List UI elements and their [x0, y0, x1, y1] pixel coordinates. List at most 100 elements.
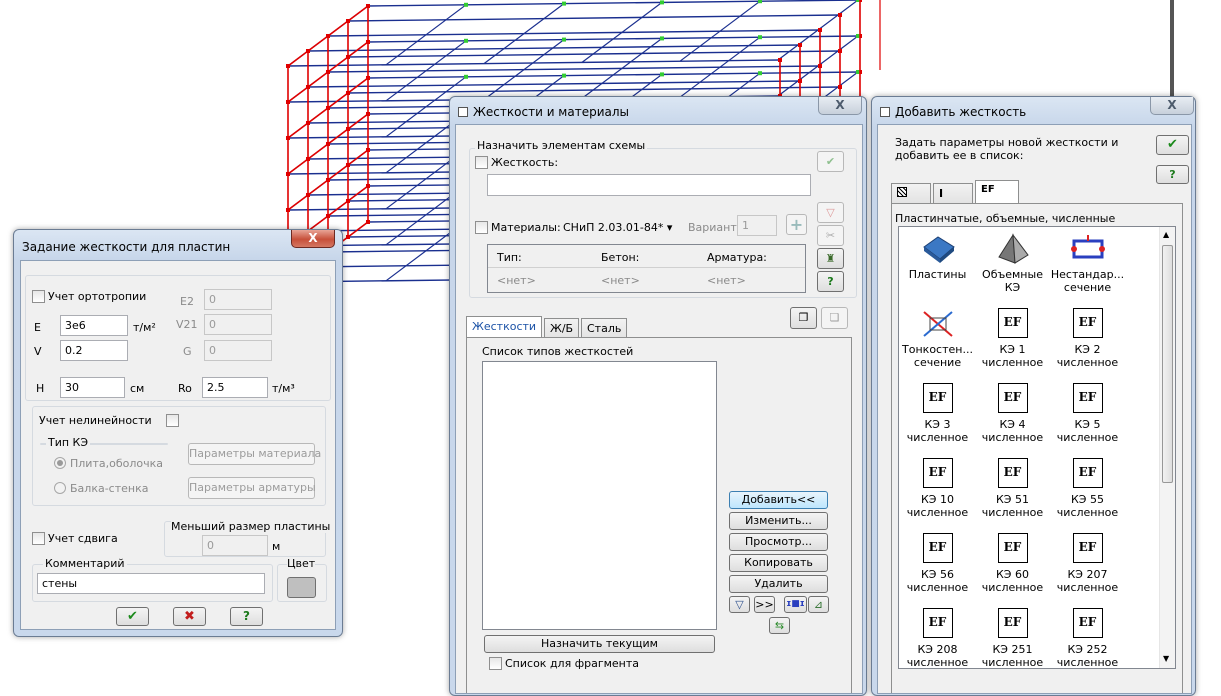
- copy-button[interactable]: Копировать: [729, 554, 828, 572]
- stiffness-checkbox-label: Жесткость:: [491, 156, 559, 169]
- tab-rc[interactable]: Ж/Б: [544, 318, 580, 338]
- stiffness-type-item[interactable]: EF КЭ 4 численное: [975, 380, 1050, 444]
- item-label: КЭ 4: [999, 418, 1026, 431]
- stiffness-list[interactable]: [482, 361, 717, 630]
- tab-numeric-label: EF: [981, 184, 995, 195]
- stiffness-type-item[interactable]: EF КЭ 60 численное: [975, 530, 1050, 594]
- next-button[interactable]: >>: [754, 596, 775, 613]
- help-button[interactable]: ?: [230, 607, 263, 626]
- edit-button[interactable]: Изменить...: [729, 512, 828, 530]
- v21-label: V21: [176, 318, 198, 331]
- category-label: Пластинчатые, объемные, численные: [895, 212, 1116, 225]
- apply-check-button[interactable]: ✔: [817, 151, 844, 172]
- stiffness-type-item[interactable]: EF КЭ 207 численное: [1050, 530, 1125, 594]
- ef-numeric-icon: EF: [997, 308, 1028, 338]
- fragment-label: Список для фрагмента: [505, 657, 640, 670]
- materials-table: Тип: Бетон: Арматура: <нет> <нет> <нет>: [487, 244, 806, 293]
- ef-numeric-icon: EF: [1072, 383, 1103, 413]
- refresh-icon[interactable]: ⇆: [769, 617, 790, 634]
- e-field[interactable]: 3e6: [60, 315, 128, 336]
- item-label: Пластины: [908, 268, 967, 281]
- tab-stiffness[interactable]: Жесткости: [466, 316, 543, 338]
- assign-current-button[interactable]: Назначить текущим: [484, 635, 715, 653]
- h-field[interactable]: 30: [60, 377, 125, 398]
- paste-list-icon[interactable]: ❏: [821, 307, 848, 329]
- ef-numeric-icon: EF: [997, 533, 1028, 563]
- fragment-checkbox[interactable]: [489, 657, 502, 670]
- stiffness-field[interactable]: [487, 174, 811, 196]
- min-size-field[interactable]: 0: [202, 535, 268, 556]
- tab-numeric[interactable]: EF: [975, 180, 1019, 204]
- e2-field[interactable]: 0: [204, 289, 272, 310]
- rebar-params-button[interactable]: Параметры арматуры: [188, 477, 316, 499]
- stiffness-type-item[interactable]: Пластины: [900, 230, 975, 281]
- stiffness-type-item[interactable]: EF КЭ 3 численное: [900, 380, 975, 444]
- ok-button[interactable]: ✔: [1156, 135, 1189, 155]
- shear-checkbox[interactable]: [32, 532, 45, 545]
- delete-button[interactable]: Удалить: [729, 575, 828, 593]
- filter-select-icon[interactable]: ▽: [729, 596, 750, 613]
- stiffness-type-item[interactable]: Объемные КЭ: [975, 230, 1050, 294]
- cell-concrete: <нет>: [601, 274, 640, 287]
- tab-cross-section[interactable]: [891, 183, 931, 203]
- orthotropy-checkbox[interactable]: [32, 290, 45, 303]
- scroll-down-icon[interactable]: ▼: [1163, 654, 1169, 663]
- wall-beam-radio[interactable]: [54, 482, 66, 494]
- g-field[interactable]: 0: [204, 340, 272, 361]
- help-button[interactable]: ?: [1156, 165, 1189, 184]
- variant-field[interactable]: 1: [737, 215, 777, 236]
- tab-steel[interactable]: Сталь: [581, 318, 628, 338]
- add-material-button[interactable]: +: [786, 214, 807, 235]
- brush-icon[interactable]: ♜: [817, 248, 844, 269]
- dialog-body: Назначить элементам схемы Жесткость: ✔ М…: [455, 124, 863, 694]
- close-button[interactable]: X: [1150, 97, 1194, 115]
- scrollbar[interactable]: ▲ ▼: [1159, 227, 1175, 668]
- material-params-button[interactable]: Параметры материала: [188, 443, 321, 465]
- stiffness-type-item[interactable]: EF КЭ 1 численное: [975, 305, 1050, 369]
- materials-checkbox-label: Материалы:: [491, 221, 561, 234]
- section-icon[interactable]: ɪ■ɪ: [784, 596, 807, 613]
- help-button[interactable]: ?: [817, 271, 844, 292]
- comment-field[interactable]: стены: [37, 573, 265, 594]
- stiffness-type-item[interactable]: Тонкостен... сечение: [900, 305, 975, 369]
- v21-field[interactable]: 0: [204, 314, 272, 335]
- plate-shell-radio[interactable]: [54, 457, 66, 469]
- scissors-icon[interactable]: ✂: [817, 225, 844, 246]
- view-button[interactable]: Просмотр...: [729, 533, 828, 551]
- stiffness-type-item[interactable]: EF КЭ 252 численное: [1050, 605, 1125, 668]
- stiffness-type-item[interactable]: Нестандар... сечение: [1050, 230, 1125, 294]
- filter-icon[interactable]: ▽: [817, 202, 844, 223]
- nonlinearity-checkbox[interactable]: [166, 414, 179, 427]
- v-field[interactable]: 0.2: [60, 340, 128, 361]
- tab-steel-profile[interactable]: I: [933, 183, 973, 203]
- shear-label: Учет сдвига: [48, 532, 118, 545]
- stiffness-type-item[interactable]: EF КЭ 51 численное: [975, 455, 1050, 519]
- close-button[interactable]: X: [818, 97, 862, 115]
- copy-list-icon[interactable]: ❐: [790, 307, 817, 329]
- fe-type-label: Тип КЭ: [46, 436, 91, 449]
- stiffness-type-item[interactable]: EF КЭ 208 численное: [900, 605, 975, 668]
- stiffness-checkbox[interactable]: [475, 156, 488, 169]
- stiffness-type-item[interactable]: EF КЭ 10 численное: [900, 455, 975, 519]
- stiffness-type-item[interactable]: EF КЭ 5 численное: [1050, 380, 1125, 444]
- item-label: КЭ 2: [1074, 343, 1101, 356]
- close-button[interactable]: X: [291, 230, 335, 248]
- dialog-title: Жесткости и материалы: [458, 105, 629, 119]
- materials-checkbox[interactable]: [475, 221, 488, 234]
- add-button[interactable]: Добавить<<: [729, 491, 828, 509]
- item-sublabel: численное: [906, 506, 969, 519]
- scroll-thumb[interactable]: [1162, 245, 1173, 483]
- stiffness-type-item[interactable]: EF КЭ 56 численное: [900, 530, 975, 594]
- ef-numeric-icon: EF: [922, 458, 953, 488]
- ro-field[interactable]: 2.5: [202, 377, 268, 398]
- stiffness-type-item[interactable]: EF КЭ 2 численное: [1050, 305, 1125, 369]
- chart-icon[interactable]: ⊿: [808, 596, 829, 613]
- scroll-up-icon[interactable]: ▲: [1163, 230, 1169, 239]
- color-picker-button[interactable]: [287, 577, 316, 598]
- snip-select[interactable]: СНиП 2.03.01-84* ▾: [563, 221, 672, 234]
- ok-button[interactable]: ✔: [116, 607, 149, 626]
- stiffness-type-item[interactable]: EF КЭ 251 численное: [975, 605, 1050, 668]
- stiffness-type-item[interactable]: EF КЭ 55 численное: [1050, 455, 1125, 519]
- item-sublabel: численное: [981, 356, 1044, 369]
- cancel-button[interactable]: ✖: [173, 607, 206, 626]
